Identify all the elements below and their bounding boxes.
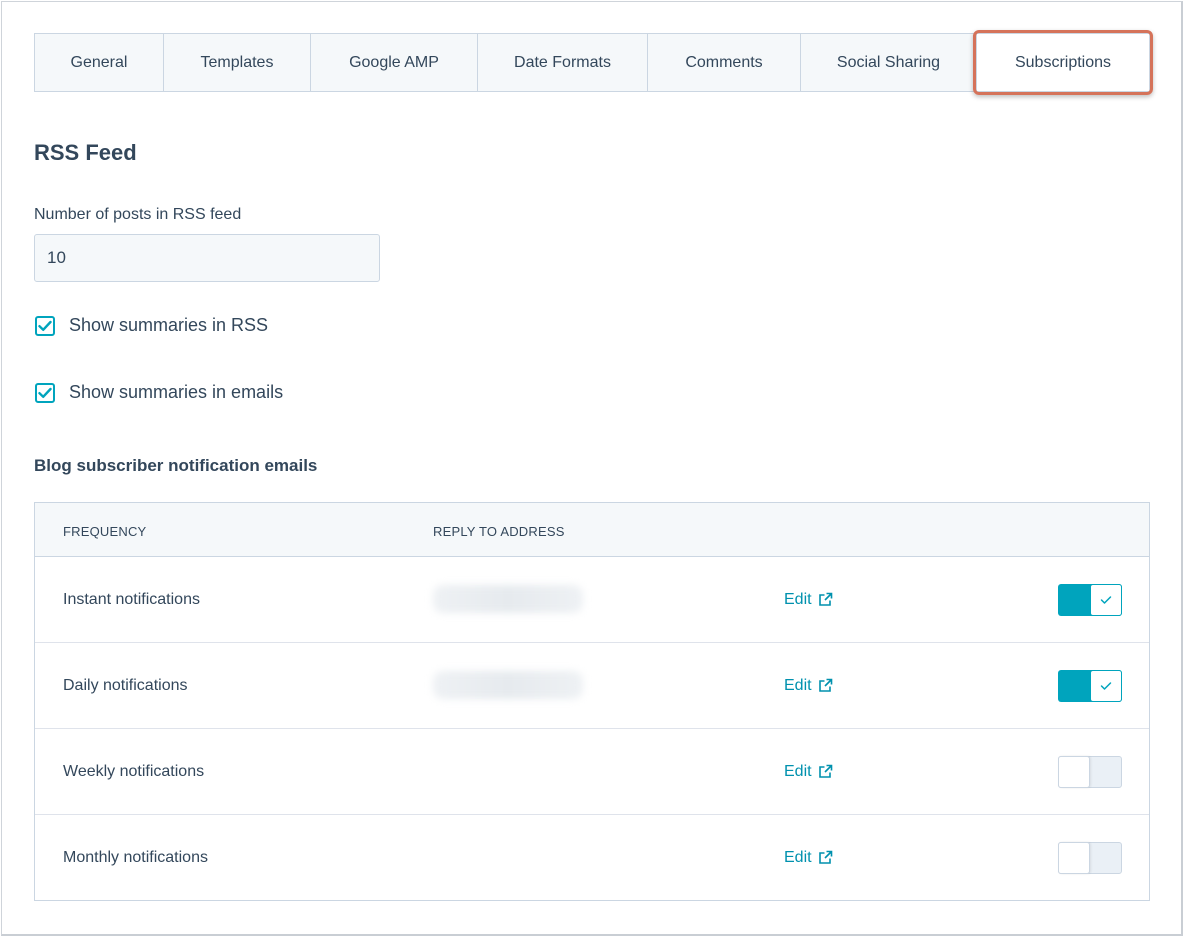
toggle-knob bbox=[1058, 756, 1090, 788]
instant-notifications-toggle[interactable] bbox=[1058, 584, 1122, 616]
daily-notifications-toggle[interactable] bbox=[1058, 670, 1122, 702]
settings-panel: General Templates Google AMP Date Format… bbox=[1, 1, 1183, 936]
notification-emails-heading: Blog subscriber notification emails bbox=[34, 456, 318, 475]
edit-label: Edit bbox=[784, 848, 812, 866]
frequency-cell: Weekly notifications bbox=[63, 762, 205, 780]
column-header-reply-to: REPLY TO ADDRESS bbox=[433, 524, 565, 539]
posts-count-input[interactable] bbox=[34, 234, 380, 282]
monthly-notifications-toggle[interactable] bbox=[1058, 842, 1122, 874]
external-link-icon bbox=[818, 678, 833, 693]
table-row: Daily notifications Edit bbox=[35, 643, 1149, 729]
checkmark-icon bbox=[1100, 682, 1112, 690]
checkmark-icon bbox=[38, 387, 52, 398]
settings-tabs: General Templates Google AMP Date Format… bbox=[34, 30, 1153, 95]
notifications-table: FREQUENCY REPLY TO ADDRESS Instant notif… bbox=[34, 502, 1150, 901]
rss-feed-heading: RSS Feed bbox=[34, 140, 137, 165]
external-link-icon bbox=[818, 850, 833, 865]
edit-link[interactable]: Edit bbox=[784, 643, 833, 728]
show-summaries-emails-label: Show summaries in emails bbox=[69, 382, 284, 402]
toggle-knob bbox=[1090, 670, 1122, 702]
show-summaries-rss-checkbox[interactable] bbox=[35, 315, 55, 336]
tab-google-amp[interactable]: Google AMP bbox=[311, 34, 478, 91]
reply-to-address-blurred bbox=[433, 585, 583, 613]
show-summaries-rss-option[interactable]: Show summaries in RSS bbox=[35, 315, 268, 336]
checkmark-icon bbox=[38, 320, 52, 331]
edit-link[interactable]: Edit bbox=[784, 729, 833, 814]
toggle-knob bbox=[1090, 584, 1122, 616]
column-header-frequency: FREQUENCY bbox=[63, 524, 147, 539]
table-row: Instant notifications Edit bbox=[35, 557, 1149, 643]
tab-general[interactable]: General bbox=[35, 34, 164, 91]
frequency-cell: Monthly notifications bbox=[63, 848, 208, 866]
reply-to-address-blurred bbox=[433, 671, 583, 699]
frequency-cell: Instant notifications bbox=[63, 590, 200, 608]
checkmark-icon bbox=[1100, 596, 1112, 604]
edit-link[interactable]: Edit bbox=[784, 815, 833, 900]
show-summaries-rss-label: Show summaries in RSS bbox=[69, 315, 269, 335]
tab-templates[interactable]: Templates bbox=[164, 34, 311, 91]
tab-comments[interactable]: Comments bbox=[648, 34, 801, 91]
show-summaries-emails-option[interactable]: Show summaries in emails bbox=[35, 382, 283, 403]
table-row: Monthly notifications Edit bbox=[35, 815, 1149, 900]
tab-date-formats[interactable]: Date Formats bbox=[478, 34, 648, 91]
show-summaries-emails-checkbox[interactable] bbox=[35, 382, 55, 403]
edit-label: Edit bbox=[784, 676, 812, 694]
tab-social-sharing[interactable]: Social Sharing bbox=[801, 34, 977, 91]
tab-subscriptions[interactable]: Subscriptions bbox=[973, 30, 1153, 95]
posts-count-label: Number of posts in RSS feed bbox=[34, 206, 242, 223]
external-link-icon bbox=[818, 592, 833, 607]
edit-label: Edit bbox=[784, 762, 812, 780]
frequency-cell: Daily notifications bbox=[63, 676, 188, 694]
table-row: Weekly notifications Edit bbox=[35, 729, 1149, 815]
table-header: FREQUENCY REPLY TO ADDRESS bbox=[35, 503, 1149, 557]
edit-label: Edit bbox=[784, 590, 812, 608]
external-link-icon bbox=[818, 764, 833, 779]
weekly-notifications-toggle[interactable] bbox=[1058, 756, 1122, 788]
toggle-knob bbox=[1058, 842, 1090, 874]
edit-link[interactable]: Edit bbox=[784, 557, 833, 642]
